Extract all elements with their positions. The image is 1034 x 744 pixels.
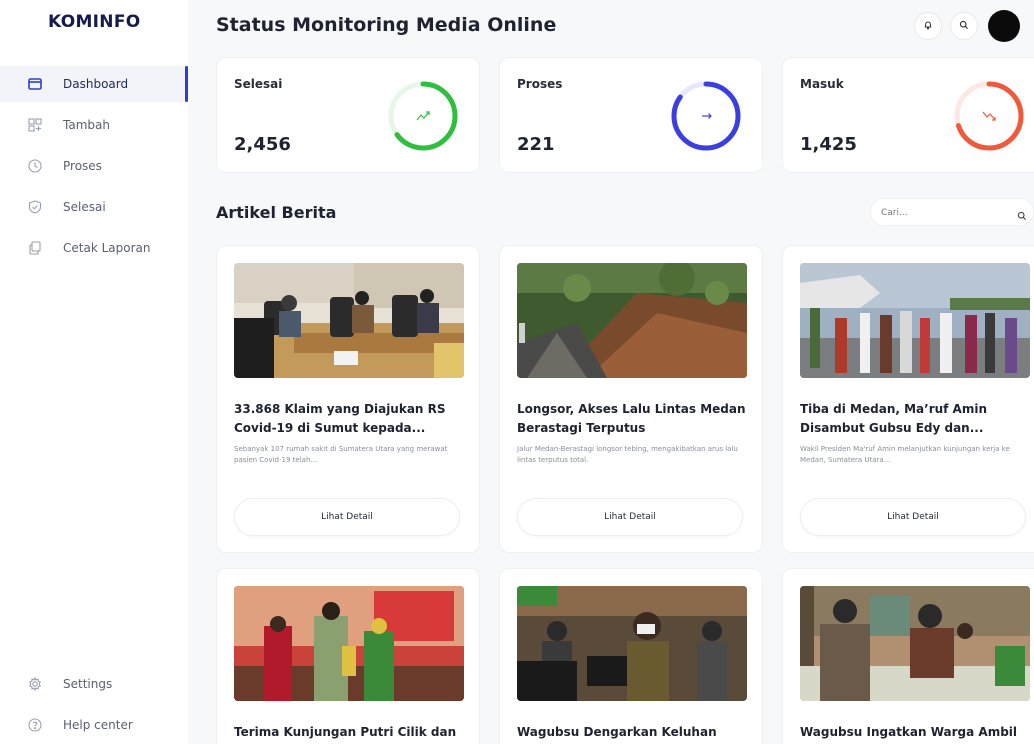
sidebar-item-label: Proses [63,159,102,173]
shield-check-icon [28,200,42,214]
article-card: Longsor, Akses Lalu Lintas Medan Berasta… [499,245,763,553]
trend-down-icon [982,111,996,121]
avatar[interactable] [988,10,1020,42]
sidebar-item-label: Help center [63,718,133,732]
search-input[interactable] [881,204,1011,222]
bell-icon [923,20,933,33]
view-detail-button[interactable]: Lihat Detail [800,498,1026,536]
article-title[interactable]: Terima Kunjungan Putri Cilik dan [234,723,470,742]
sidebar-item-proses[interactable]: Proses [0,148,188,184]
sidebar-bottom-nav: Settings Help center [0,666,188,744]
stat-card-proses: Proses 221 [499,57,763,173]
article-image[interactable] [234,586,464,701]
view-detail-button[interactable]: Lihat Detail [517,498,743,536]
sidebar-item-label: Tambah [63,118,110,132]
article-card: Wagubsu Ingatkan Warga Ambil [782,568,1034,744]
section-title: Artikel Berita [216,203,337,222]
article-card: Terima Kunjungan Putri Cilik dan [216,568,480,744]
article-title[interactable]: Tiba di Medan, Ma’ruf Amin Disambut Gubs… [800,400,1034,438]
sidebar-item-label: Settings [63,677,113,691]
clock-icon [28,159,42,173]
sidebar-item-dashboard[interactable]: Dashboard [0,66,188,102]
sidebar-item-label: Dashboard [63,77,129,91]
stat-value: 221 [517,134,555,155]
article-title[interactable]: Longsor, Akses Lalu Lintas Medan Berasta… [517,400,753,438]
help-icon [28,718,42,732]
sidebar-item-settings[interactable]: Settings [0,666,188,702]
article-image[interactable] [517,586,747,701]
article-image[interactable] [234,263,464,378]
sidebar-nav: Dashboard Tambah Proses Selesai Cetak La… [0,66,188,271]
grid-plus-icon [28,118,42,132]
header-search-button[interactable] [950,12,978,40]
stat-label: Proses [517,77,563,91]
sidebar-item-label: Cetak Laporan [63,241,151,255]
article-card: Tiba di Medan, Ma’ruf Amin Disambut Gubs… [782,245,1034,553]
search-icon[interactable] [1017,206,1027,225]
stat-ring-selesai [388,81,458,151]
article-card: 33.868 Klaim yang Diajukan RS Covid-19 d… [216,245,480,553]
page-title: Status Monitoring Media Online [216,14,557,36]
arrow-right-icon [702,113,712,119]
stat-label: Masuk [800,77,844,91]
app-logo: KOMINFO [48,12,141,32]
notification-button[interactable] [914,12,942,40]
article-card: Wagubsu Dengarkan Keluhan [499,568,763,744]
article-description: Jalur Medan-Berastagi longsor tebing, me… [517,445,738,464]
article-search [870,198,1034,226]
sidebar: KOMINFO Dashboard Tambah Proses Selesai [0,0,188,744]
article-description: Sebanyak 107 rumah sakit di Sumatera Uta… [234,445,448,464]
stat-value: 1,425 [800,134,857,155]
stat-label: Selesai [234,77,283,91]
article-image[interactable] [517,263,747,378]
stat-ring-proses [671,81,741,151]
sidebar-item-help-center[interactable]: Help center [0,707,188,743]
article-title[interactable]: 33.868 Klaim yang Diajukan RS Covid-19 d… [234,400,470,438]
gear-icon [28,677,42,691]
search-icon [959,20,969,33]
article-title[interactable]: Wagubsu Ingatkan Warga Ambil [800,723,1034,742]
stat-card-masuk: Masuk 1,425 [782,57,1034,173]
sidebar-item-selesai[interactable]: Selesai [0,189,188,225]
stat-card-selesai: Selesai 2,456 [216,57,480,173]
dashboard-icon [28,77,42,91]
article-description: Wakil Presiden Ma'ruf Amin melanjutkan k… [800,445,1010,464]
sidebar-item-tambah[interactable]: Tambah [0,107,188,143]
trend-up-icon [416,111,430,121]
article-image[interactable] [800,586,1030,701]
article-title[interactable]: Wagubsu Dengarkan Keluhan [517,723,753,742]
copy-icon [28,241,42,255]
stat-value: 2,456 [234,134,291,155]
stat-ring-masuk [954,81,1024,151]
sidebar-item-label: Selesai [63,200,106,214]
sidebar-item-cetak-laporan[interactable]: Cetak Laporan [0,230,188,266]
article-image[interactable] [800,263,1030,378]
view-detail-button[interactable]: Lihat Detail [234,498,460,536]
